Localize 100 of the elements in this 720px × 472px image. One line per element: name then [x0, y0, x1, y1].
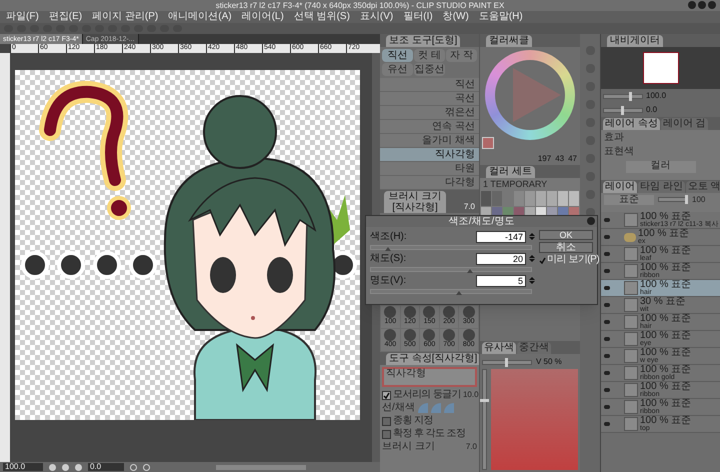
menu-item[interactable]: 애니메이션(A): [168, 12, 232, 22]
eye-icon[interactable]: [604, 235, 610, 239]
panel-tab[interactable]: 중간색: [517, 342, 551, 354]
eye-icon[interactable]: [604, 405, 610, 409]
menu-item[interactable]: 필터(I): [403, 12, 433, 22]
zoom-field[interactable]: 100.0: [3, 463, 43, 471]
zoom-slider[interactable]: [603, 94, 643, 98]
eye-icon[interactable]: [604, 354, 610, 358]
minimize-icon[interactable]: [688, 1, 696, 9]
panel-tab[interactable]: 도구 속성[직사각형]: [386, 353, 479, 365]
spinner-icon[interactable]: [529, 255, 535, 262]
checkbox[interactable]: [382, 390, 391, 400]
sub-tool-item[interactable]: 꺾은선: [380, 106, 479, 120]
close-icon[interactable]: [708, 1, 716, 9]
tool-group-button[interactable]: 집중선: [414, 63, 445, 76]
eye-icon[interactable]: [604, 286, 610, 290]
angle-field[interactable]: 0.0: [88, 463, 124, 471]
checkbox[interactable]: [382, 416, 391, 426]
saturation-slider[interactable]: [482, 369, 487, 470]
sub-tool-item[interactable]: 타원: [380, 162, 479, 176]
slider-track[interactable]: [370, 267, 532, 272]
eye-icon[interactable]: [604, 371, 610, 375]
slider-track[interactable]: [370, 289, 532, 294]
layer-mode-label: 30 % 표준: [640, 297, 686, 306]
menu-item[interactable]: 파일(F): [6, 12, 39, 22]
rotation-slider[interactable]: [603, 108, 643, 112]
menu-item[interactable]: 도움말(H): [478, 12, 523, 22]
sub-tool-item[interactable]: 직선: [380, 78, 479, 92]
dialog-title: 색조/채도/명도: [448, 216, 514, 226]
eye-icon[interactable]: [604, 388, 610, 392]
number-field[interactable]: -147: [476, 230, 526, 242]
menu-item[interactable]: 편집(E): [48, 12, 82, 22]
option-label: 모서리의 둥글기: [393, 390, 461, 400]
number-field[interactable]: 20: [476, 252, 526, 264]
tool-group-button[interactable]: 자 작: [446, 49, 477, 62]
slider-thumb[interactable]: [456, 291, 462, 295]
eye-icon[interactable]: [604, 252, 610, 256]
field-label: 색조(H):: [370, 232, 407, 242]
panel-tab[interactable]: 레이어 속성: [603, 118, 660, 130]
color-triangle[interactable]: [513, 68, 561, 122]
panel-tab[interactable]: 오토 액: [686, 181, 720, 193]
panel-tab[interactable]: 레이어: [603, 181, 637, 193]
panel-tab[interactable]: 레이어 검: [660, 118, 708, 130]
opacity-value: 100: [692, 196, 706, 204]
menu-item[interactable]: 선택 범위(S): [294, 12, 350, 22]
ok-button[interactable]: OK: [539, 230, 593, 240]
main-color-swatch[interactable]: [482, 137, 494, 149]
layer-mode-label: 100 % 표준: [640, 399, 692, 408]
sub-tool-item[interactable]: 올가미 채색: [380, 134, 479, 148]
menu-item[interactable]: 레이어(L): [242, 12, 284, 22]
panel-tab[interactable]: 브러시 크기[직사각형]: [384, 191, 446, 213]
panel-tab[interactable]: 내비게이터: [607, 35, 663, 47]
tool-group-button[interactable]: 컷 테: [414, 49, 445, 62]
number-field[interactable]: 5: [476, 274, 526, 286]
sub-tool-item[interactable]: 연속 곡선: [380, 120, 479, 134]
color-mode-dropdown[interactable]: 컬러: [626, 161, 696, 173]
menu-item[interactable]: 표시(V): [360, 12, 394, 22]
value-slider[interactable]: [482, 360, 532, 364]
spinner-icon[interactable]: [529, 277, 535, 284]
checkbox[interactable]: [539, 256, 546, 264]
slider-thumb[interactable]: [385, 247, 392, 251]
sub-tool-item[interactable]: 곡선: [380, 92, 479, 106]
menu-item[interactable]: 페이지 관리(P): [92, 12, 158, 22]
horizontal-scrollbar[interactable]: [216, 464, 306, 470]
rotate-left-icon[interactable]: [130, 464, 137, 470]
panel-tab[interactable]: 타임 라인: [638, 181, 685, 193]
panel-tab[interactable]: 보조 도구[도형]: [386, 35, 460, 47]
opacity-slider[interactable]: [658, 197, 688, 202]
cancel-button[interactable]: 취소: [539, 242, 593, 253]
close-icon[interactable]: [587, 217, 595, 225]
checkbox[interactable]: [382, 430, 391, 438]
menu-item[interactable]: 창(W): [442, 12, 469, 22]
navigator-preview[interactable]: [642, 52, 678, 84]
layer-thumbnail: [624, 298, 638, 312]
blend-mode-dropdown[interactable]: 표준: [604, 194, 654, 204]
tool-group-button[interactable]: 직선: [382, 49, 413, 62]
sub-tool-item[interactable]: 다각형: [380, 176, 479, 190]
tool-group-button[interactable]: 유선: [382, 63, 413, 76]
zoom-in-icon[interactable]: [62, 464, 69, 470]
color-mixer-grid[interactable]: [491, 369, 578, 470]
panel-tab[interactable]: 컬러써클: [486, 35, 532, 47]
zoom-out-icon[interactable]: [49, 464, 56, 470]
eye-icon[interactable]: [604, 218, 610, 222]
section-label: 표현색: [604, 147, 635, 157]
rotate-right-icon[interactable]: [143, 464, 150, 470]
spinner-icon[interactable]: [529, 233, 535, 240]
panel-tab[interactable]: 컬러 세트: [486, 166, 535, 178]
eye-icon[interactable]: [604, 303, 610, 307]
dot-drawing: [93, 251, 121, 279]
maximize-icon[interactable]: [698, 1, 706, 9]
sub-tool-item[interactable]: 직사각형: [380, 148, 479, 162]
eye-icon[interactable]: [604, 269, 610, 273]
slider-track[interactable]: [370, 245, 532, 250]
canvas[interactable]: [15, 70, 360, 420]
fit-icon[interactable]: [75, 464, 82, 470]
eye-icon[interactable]: [604, 337, 610, 341]
eye-icon[interactable]: [604, 422, 610, 426]
eye-icon[interactable]: [604, 320, 610, 324]
panel-tab[interactable]: 유사색: [482, 342, 516, 354]
layer-mode-label: 100 % 표준: [640, 348, 692, 357]
